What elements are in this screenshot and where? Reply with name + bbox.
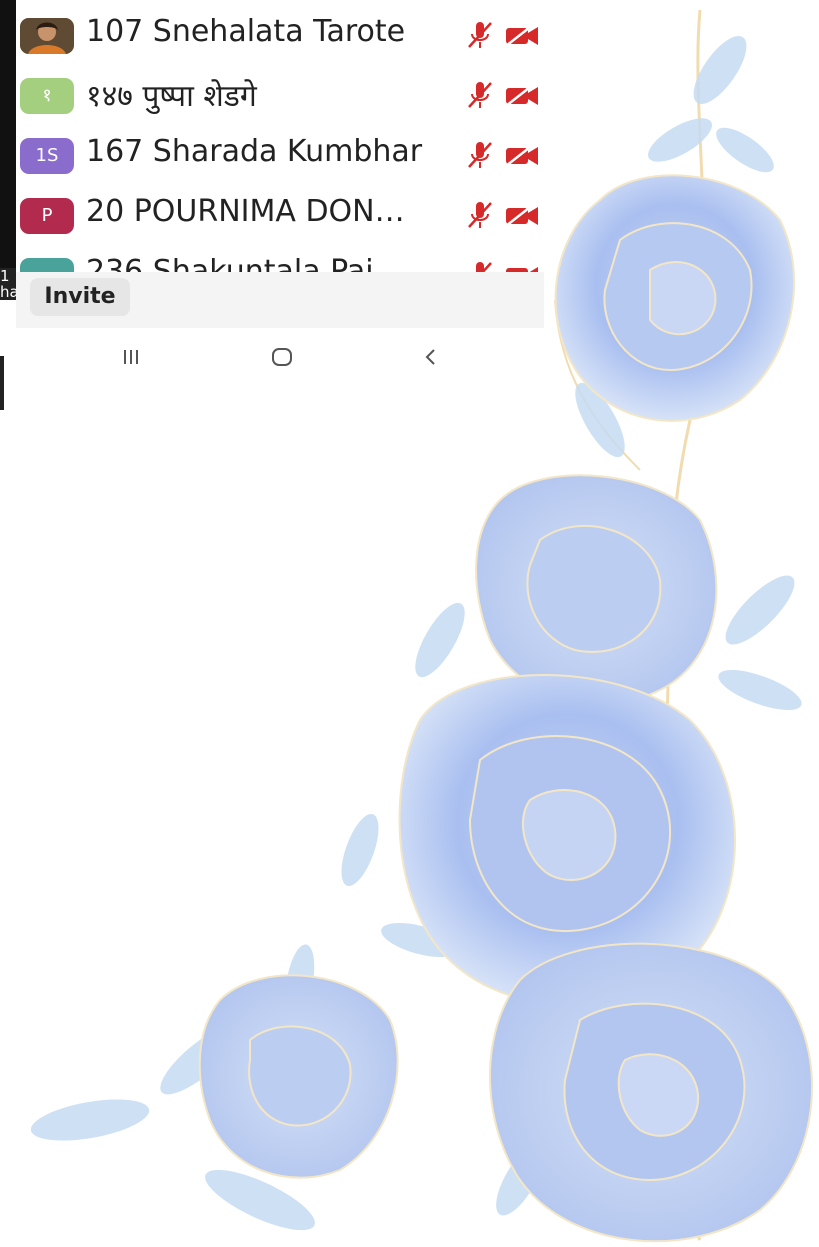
participant-name: 236 Shakuntala Pai… [86,254,404,272]
invite-button[interactable]: Invite [30,278,130,316]
video-off-icon[interactable] [504,143,540,167]
participant-avatar: १ [20,78,74,114]
participant-name: १४७ पुष्पा शेडगे [86,79,257,114]
muted-mic-icon[interactable] [466,20,494,50]
muted-mic-icon[interactable] [466,80,494,110]
participant-name: 20 POURNIMA DON… [86,194,405,229]
video-off-icon[interactable] [504,83,540,107]
muted-mic-icon[interactable] [466,140,494,170]
participant-row[interactable]: 1S 167 Sharada Kumbhar [16,126,544,184]
participant-name: 167 Sharada Kumbhar [86,134,423,169]
participant-avatar [20,258,74,272]
muted-mic-icon[interactable] [466,200,494,230]
participant-avatar: P [20,198,74,234]
participants-panel: 107 Snehalata Tarote १ १४७ पुष्पा शेडगे [16,0,544,330]
participant-avatar [20,18,74,54]
video-off-icon[interactable] [504,203,540,227]
participant-row[interactable]: १ १४७ पुष्पा शेडगे [16,66,544,124]
left-edge-marker [0,356,4,410]
participant-name: 107 Snehalata Tarote [86,14,406,49]
participant-row[interactable]: P 20 POURNIMA DON… [16,186,544,244]
video-strip-label: 1 ha [0,268,16,300]
android-navigation-bar [16,330,544,384]
muted-mic-icon[interactable] [466,260,494,272]
video-off-icon[interactable] [504,23,540,47]
participant-row[interactable]: 236 Shakuntala Pai… [16,246,544,272]
underlying-video-strip: 1 ha [0,0,16,300]
profile-photo-icon [20,18,74,54]
participant-avatar: 1S [20,138,74,174]
video-off-icon[interactable] [504,263,540,272]
participant-list[interactable]: 107 Snehalata Tarote १ १४७ पुष्पा शेडगे [16,0,544,272]
home-icon[interactable] [267,342,297,372]
invite-bar: Invite [16,272,544,328]
recent-apps-icon[interactable] [116,342,146,372]
participant-row[interactable]: 107 Snehalata Tarote [16,6,544,64]
back-icon[interactable] [416,342,446,372]
